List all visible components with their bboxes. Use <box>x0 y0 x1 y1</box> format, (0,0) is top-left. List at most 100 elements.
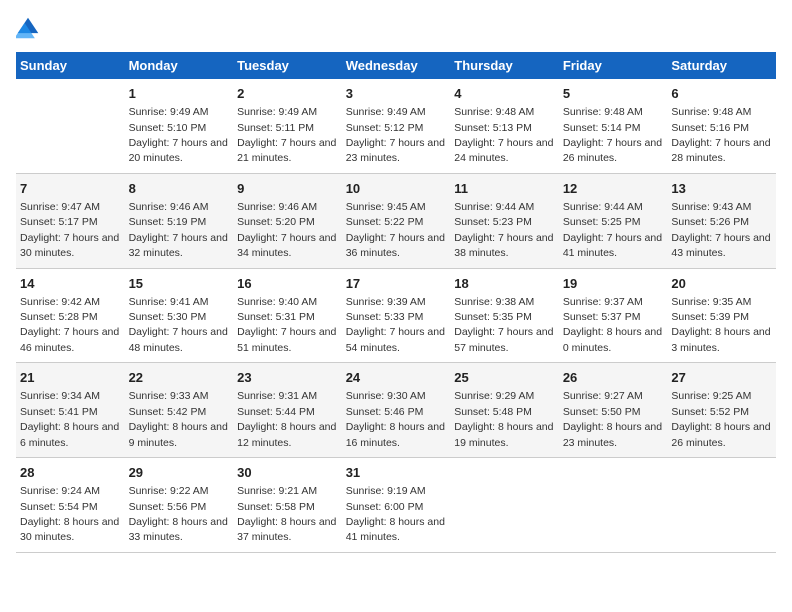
calendar-cell: 2Sunrise: 9:49 AMSunset: 5:11 PMDaylight… <box>233 79 342 173</box>
calendar-cell: 18Sunrise: 9:38 AMSunset: 5:35 PMDayligh… <box>450 268 559 363</box>
calendar-cell <box>667 458 776 553</box>
daylight-text: Daylight: 7 hours and 24 minutes. <box>454 137 553 164</box>
day-number: 21 <box>20 369 121 387</box>
sunrise-text: Sunrise: 9:19 AM <box>346 485 426 497</box>
sunrise-text: Sunrise: 9:46 AM <box>237 201 317 213</box>
day-number: 7 <box>20 180 121 198</box>
day-number: 20 <box>671 275 772 293</box>
column-header-tuesday: Tuesday <box>233 52 342 79</box>
sunset-text: Sunset: 5:23 PM <box>454 216 532 228</box>
column-header-saturday: Saturday <box>667 52 776 79</box>
sunset-text: Sunset: 6:00 PM <box>346 501 424 513</box>
day-number: 12 <box>563 180 664 198</box>
daylight-text: Daylight: 7 hours and 46 minutes. <box>20 326 119 353</box>
calendar-cell: 6Sunrise: 9:48 AMSunset: 5:16 PMDaylight… <box>667 79 776 173</box>
calendar-cell: 25 Sunrise: 9:29 AM Sunset: 5:48 PM Dayligh… <box>450 363 559 458</box>
calendar-cell: 12Sunrise: 9:44 AMSunset: 5:25 PMDayligh… <box>559 173 668 268</box>
logo <box>16 16 44 40</box>
sunset-text: Sunset: 5:25 PM <box>563 216 641 228</box>
daylight-text: Daylight: 8 hours and 0 minutes. <box>563 326 662 353</box>
calendar-table: SundayMondayTuesdayWednesdayThursdayFrid… <box>16 52 776 553</box>
calendar-cell: 4 Sunrise: 9:48 AM Sunset: 5:13 PM Daylight… <box>450 79 559 173</box>
day-number: 31 <box>346 464 447 482</box>
daylight-text: Daylight: 7 hours and 41 minutes. <box>563 232 662 259</box>
sunset-text: Sunset: 5:26 PM <box>671 216 749 228</box>
daylight-text: Daylight: 8 hours and 26 minutes. <box>671 421 770 448</box>
daylight-text: Daylight: 8 hours and 16 minutes. <box>346 421 445 448</box>
sunset-text: Sunset: 5:30 PM <box>129 311 207 323</box>
day-number: 25 <box>454 369 555 387</box>
day-number: 18 <box>454 275 555 293</box>
daylight-text: Daylight: 8 hours and 3 minutes. <box>671 326 770 353</box>
calendar-cell <box>450 458 559 553</box>
sunrise-text: Sunrise: 9:41 AM <box>129 296 209 308</box>
sunrise-text: Sunrise: 9:29 AM <box>454 390 534 402</box>
daylight-text: Daylight: 7 hours and 48 minutes. <box>129 326 228 353</box>
daylight-text: Daylight: 8 hours and 19 minutes. <box>454 421 553 448</box>
day-number: 13 <box>671 180 772 198</box>
week-row-3: 14 Sunrise: 9:42 AM Sunset: 5:28 PM Dayligh… <box>16 268 776 363</box>
sunset-text: Sunset: 5:39 PM <box>671 311 749 323</box>
day-number: 5 <box>563 85 664 103</box>
daylight-text: Daylight: 8 hours and 41 minutes. <box>346 516 445 543</box>
sunset-text: Sunset: 5:11 PM <box>237 122 314 134</box>
day-number: 29 <box>129 464 230 482</box>
day-number: 27 <box>671 369 772 387</box>
sunrise-text: Sunrise: 9:42 AM <box>20 296 100 308</box>
daylight-text: Daylight: 7 hours and 20 minutes. <box>129 137 228 164</box>
calendar-cell: 19Sunrise: 9:37 AMSunset: 5:37 PMDayligh… <box>559 268 668 363</box>
sunset-text: Sunset: 5:54 PM <box>20 501 98 513</box>
day-number: 30 <box>237 464 338 482</box>
daylight-text: Daylight: 8 hours and 12 minutes. <box>237 421 336 448</box>
sunrise-text: Sunrise: 9:47 AM <box>20 201 100 213</box>
sunset-text: Sunset: 5:28 PM <box>20 311 98 323</box>
sunset-text: Sunset: 5:10 PM <box>129 122 207 134</box>
day-number: 4 <box>454 85 555 103</box>
calendar-cell: 13Sunrise: 9:43 AMSunset: 5:26 PMDayligh… <box>667 173 776 268</box>
sunrise-text: Sunrise: 9:37 AM <box>563 296 643 308</box>
calendar-cell: 9Sunrise: 9:46 AMSunset: 5:20 PMDaylight… <box>233 173 342 268</box>
sunset-text: Sunset: 5:52 PM <box>671 406 749 418</box>
sunset-text: Sunset: 5:48 PM <box>454 406 532 418</box>
sunset-text: Sunset: 5:46 PM <box>346 406 424 418</box>
sunrise-text: Sunrise: 9:46 AM <box>129 201 209 213</box>
calendar-cell: 10Sunrise: 9:45 AMSunset: 5:22 PMDayligh… <box>342 173 451 268</box>
day-number: 11 <box>454 180 555 198</box>
calendar-cell: 3Sunrise: 9:49 AMSunset: 5:12 PMDaylight… <box>342 79 451 173</box>
sunrise-text: Sunrise: 9:27 AM <box>563 390 643 402</box>
daylight-text: Daylight: 7 hours and 21 minutes. <box>237 137 336 164</box>
calendar-cell: 16Sunrise: 9:40 AMSunset: 5:31 PMDayligh… <box>233 268 342 363</box>
page-header <box>16 16 776 40</box>
daylight-text: Daylight: 8 hours and 30 minutes. <box>20 516 119 543</box>
day-number: 14 <box>20 275 121 293</box>
sunrise-text: Sunrise: 9:38 AM <box>454 296 534 308</box>
sunrise-text: Sunrise: 9:24 AM <box>20 485 100 497</box>
calendar-cell: 21Sunrise: 9:34 AMSunset: 5:41 PMDayligh… <box>16 363 125 458</box>
header-row: SundayMondayTuesdayWednesdayThursdayFrid… <box>16 52 776 79</box>
sunset-text: Sunset: 5:17 PM <box>20 216 98 228</box>
sunset-text: Sunset: 5:42 PM <box>129 406 207 418</box>
calendar-cell: 14 Sunrise: 9:42 AM Sunset: 5:28 PM Dayligh… <box>16 268 125 363</box>
column-header-thursday: Thursday <box>450 52 559 79</box>
day-number: 26 <box>563 369 664 387</box>
sunset-text: Sunset: 5:31 PM <box>237 311 315 323</box>
sunrise-text: Sunrise: 9:49 AM <box>129 106 209 118</box>
daylight-text: Daylight: 8 hours and 9 minutes. <box>129 421 228 448</box>
daylight-text: Daylight: 8 hours and 23 minutes. <box>563 421 662 448</box>
calendar-cell: 15Sunrise: 9:41 AMSunset: 5:30 PMDayligh… <box>125 268 234 363</box>
sunrise-text: Sunrise: 9:39 AM <box>346 296 426 308</box>
sunrise-text: Sunrise: 9:34 AM <box>20 390 100 402</box>
sunrise-text: Sunrise: 9:45 AM <box>346 201 426 213</box>
calendar-cell: 5Sunrise: 9:48 AMSunset: 5:14 PMDaylight… <box>559 79 668 173</box>
daylight-text: Daylight: 7 hours and 36 minutes. <box>346 232 445 259</box>
column-header-sunday: Sunday <box>16 52 125 79</box>
sunrise-text: Sunrise: 9:48 AM <box>454 106 534 118</box>
sunset-text: Sunset: 5:13 PM <box>454 122 532 134</box>
logo-icon <box>16 16 40 40</box>
daylight-text: Daylight: 7 hours and 57 minutes. <box>454 326 553 353</box>
sunset-text: Sunset: 5:58 PM <box>237 501 315 513</box>
sunrise-text: Sunrise: 9:48 AM <box>563 106 643 118</box>
daylight-text: Daylight: 7 hours and 38 minutes. <box>454 232 553 259</box>
day-number: 24 <box>346 369 447 387</box>
calendar-cell: 23Sunrise: 9:31 AMSunset: 5:44 PMDayligh… <box>233 363 342 458</box>
